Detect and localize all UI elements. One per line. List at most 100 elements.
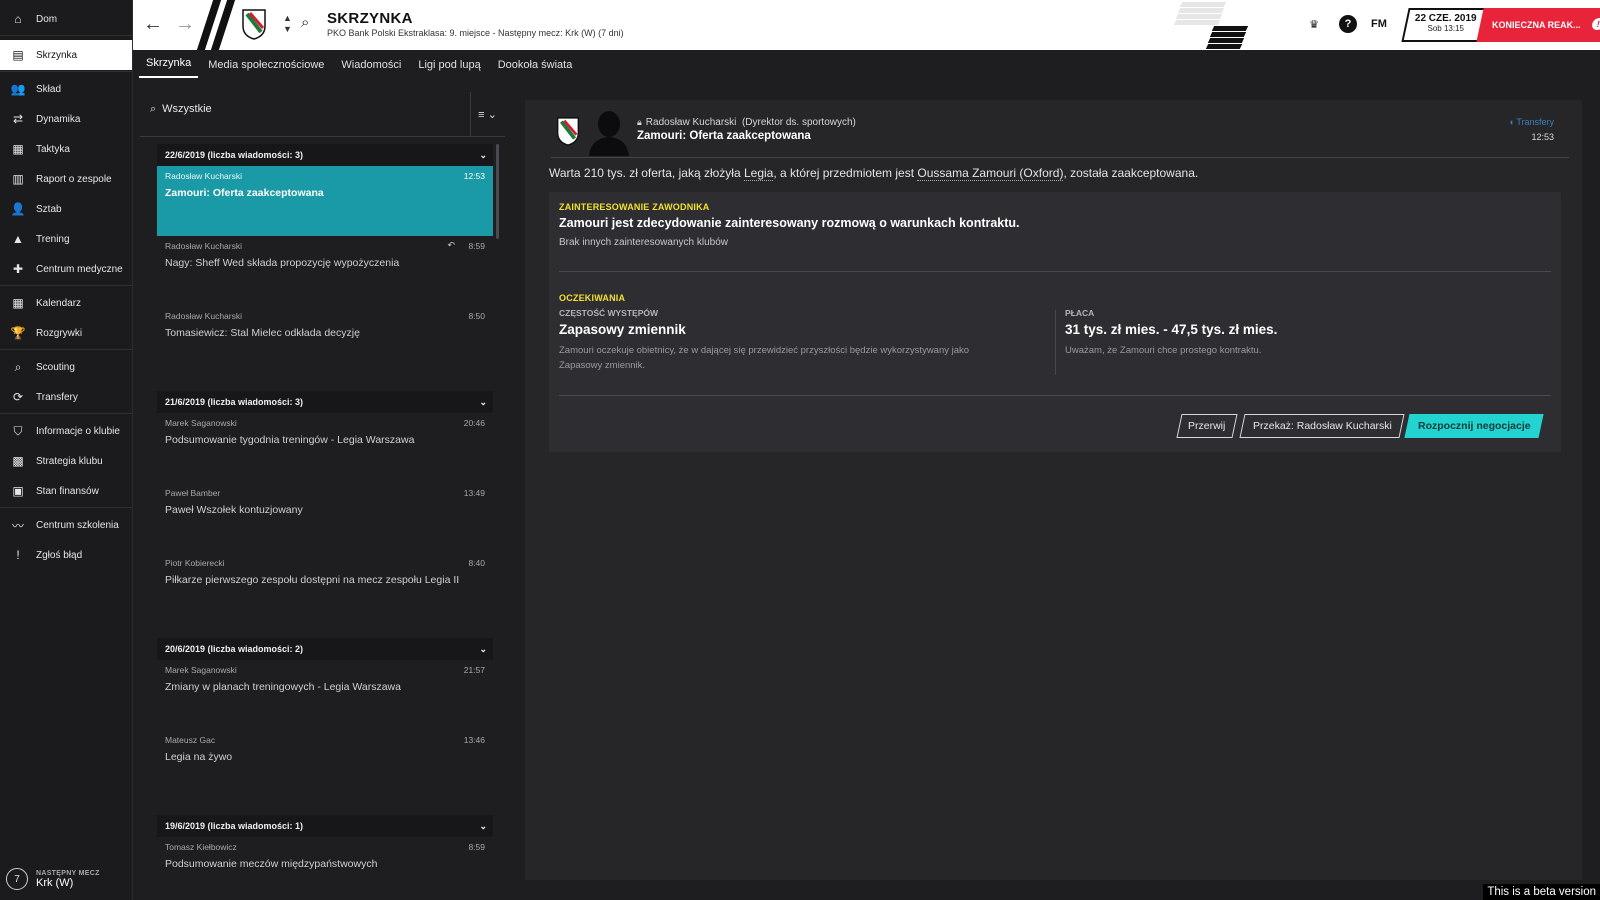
tab-1[interactable]: Media społecznościowe (201, 59, 331, 78)
sidebar-item-dynamics[interactable]: ⇄ Dynamika (0, 104, 132, 134)
staff-icon: 👤 (10, 202, 26, 216)
medical-icon: ✚ (12, 262, 24, 276)
message-group-header[interactable]: 22/6/2019 (liczba wiadomości: 3) ⌄ (157, 144, 493, 166)
next-match-widget[interactable]: 7 NASTĘPNY MECZ Krk (W) (0, 858, 133, 900)
message-subject: Zamouri: Oferta zaakceptowana (637, 130, 811, 142)
tab-4[interactable]: Dookoła świata (491, 59, 580, 78)
stripe-decoration (1205, 44, 1243, 49)
top-bar: ← → ▲ ▼ ⌕ SKRZYNKA PKO Bank Polski Ekstra… (133, 0, 1600, 50)
message-group-header[interactable]: 19/6/2019 (liczba wiadomości: 1) ⌄ (157, 815, 493, 837)
message-time: 8:59 (468, 241, 485, 251)
category-tag[interactable]: ◖ Transfery (1509, 117, 1554, 127)
tab-3[interactable]: Ligi pod lupą (411, 59, 487, 78)
message-time: 13:49 (463, 488, 485, 498)
tab-0[interactable]: Skrzynka (139, 57, 199, 78)
club-link[interactable]: Legia (743, 166, 774, 181)
message-list: 22/6/2019 (liczba wiadomości: 3) ⌄ Radosła… (157, 144, 493, 884)
sidebar-item-transfers[interactable]: ⟳ Transfery (0, 382, 132, 412)
stripe-decoration (1211, 26, 1249, 31)
message-sender: Marek Saganowski (165, 665, 237, 675)
tab-2[interactable]: Wiadomości (334, 59, 408, 78)
club-badge-icon[interactable] (241, 8, 267, 40)
message-sender: Radosław Kucharski (165, 241, 243, 251)
sidebar-item-scouting[interactable]: ⌕ Scouting (0, 352, 132, 382)
sidebar-item-squad[interactable]: 👥 Skład (0, 74, 132, 104)
message-list-item[interactable]: Paweł Bamber Paweł Wszołek kontuzjowany 13… (157, 483, 493, 553)
sidebar-item-inbox[interactable]: ▤ Skrzynka (0, 40, 132, 70)
sidebar-item-medical[interactable]: ✚ Centrum medyczne (0, 254, 132, 284)
sidebar-item-calendar[interactable]: ▦ Kalendarz (0, 288, 132, 318)
message-list-item[interactable]: Mateusz Gac Legia na żywo 13:46 (157, 730, 493, 800)
sidebar-item-report[interactable]: ▥ Raport o zespole (0, 164, 132, 194)
sidebar-divider (0, 413, 132, 414)
message-group-header[interactable]: 20/6/2019 (liczba wiadomości: 2) ⌄ (157, 638, 493, 660)
sidebar-item-strategy[interactable]: ▩ Strategia klubu (0, 446, 132, 476)
message-list-scrollbar[interactable] (496, 144, 499, 239)
message-subject: Piłkarze pierwszego zespołu dostępni na … (165, 574, 460, 586)
sidebar-item-trophy[interactable]: 🏆 Rozgrywki (0, 318, 132, 348)
message-list-item[interactable]: Tomasz Kiełbowicz Podsumowanie meczów mię… (157, 837, 493, 884)
sidebar-item-label: Rozgrywki (36, 327, 83, 339)
date-display[interactable]: 22 CZE. 2019 Sob 13:15 (1401, 8, 1489, 42)
wage-label: PŁACA (1065, 308, 1095, 318)
sidebar-item-finances[interactable]: ▣ Stan finansów (0, 476, 132, 506)
message-subject: Podsumowanie tygodnia treningów - Legia … (165, 434, 415, 446)
sidebar-divider (0, 285, 132, 286)
page-subtitle[interactable]: PKO Bank Polski Ekstraklasa: 9. miejsce … (327, 28, 624, 38)
message-subject: Nagy: Sheff Wed składa propozycję wypoży… (165, 257, 400, 269)
delegate-button[interactable]: Przekaż: Radosław Kucharski (1239, 414, 1405, 438)
divider (140, 136, 505, 137)
start-negotiations-button[interactable]: Rozpocznij negocjacje (1404, 414, 1544, 438)
dismiss-button-label: Przerwij (1188, 420, 1226, 432)
message-subject: Zmiany w planach treningowych - Legia Wa… (165, 681, 401, 693)
player-link[interactable]: Oussama Zamouri (Oxford) (917, 166, 1064, 181)
group-header-label: 20/6/2019 (liczba wiadomości: 2) (165, 644, 304, 654)
sidebar-item-home[interactable]: ⌂ Dom (0, 4, 132, 34)
sidebar-item-coaching[interactable]: 〰 Centrum szkolenia (0, 510, 132, 540)
sidebar-item-training[interactable]: ▲ Trening (0, 224, 132, 254)
sidebar-item-label: Centrum medyczne (36, 263, 123, 275)
search-icon[interactable]: ⌕ (301, 14, 309, 31)
message-sender: Mateusz Gac (165, 735, 216, 745)
help-icon[interactable]: ? (1339, 15, 1357, 33)
message-sender: Radosław Kucharski (165, 311, 243, 321)
message-sender: Paweł Bamber (165, 488, 221, 498)
sidebar-item-staff[interactable]: 👤 Sztab (0, 194, 132, 224)
fm-menu-button[interactable]: FM (1371, 18, 1387, 30)
start-negotiations-label: Rozpocznij negocjacje (1417, 420, 1531, 432)
forward-arrow-icon[interactable]: → (175, 13, 195, 36)
inbox-tabs: Skrzynka Media społecznościowe Wiadomości L… (133, 50, 1600, 78)
expectations-section-title: OCZEKIWANIA (559, 293, 626, 303)
back-arrow-icon[interactable]: ← (143, 13, 163, 36)
playing-time-description: Zamouri oczekuje obietnicy, że w dającej… (559, 345, 970, 356)
message-list-item[interactable]: Radosław Kucharski Tomasiewicz: Stal Miel… (157, 306, 493, 376)
trophy-icon: 🏆 (10, 326, 26, 340)
stripe-decoration (1177, 8, 1225, 13)
sidebar-item-label: Sztab (36, 203, 62, 215)
message-time: 20:46 (463, 418, 485, 428)
sender-avatar[interactable] (587, 108, 631, 156)
message-list-item[interactable]: Radosław Kucharski Zamouri: Oferta zaakce… (157, 166, 493, 236)
dismiss-button[interactable]: Przerwij (1176, 414, 1238, 438)
action-required-label: KONIECZNA REAK... (1492, 20, 1581, 30)
message-group-header[interactable]: 21/6/2019 (liczba wiadomości: 3) ⌄ (157, 391, 493, 413)
sidebar-item-bug-report[interactable]: ! Zgłoś błąd (0, 540, 132, 570)
message-list-item[interactable]: Radosław Kucharski Nagy: Sheff Wed składa… (157, 236, 493, 306)
sidebar-item-club-info[interactable]: ⛉ Informacje o klubie (0, 416, 132, 446)
sidebar-item-label: Trening (36, 233, 70, 245)
sender-name[interactable]: Radosław Kucharski (646, 117, 737, 128)
message-list-item[interactable]: Marek Saganowski Podsumowanie tygodnia tr… (157, 413, 493, 483)
inbox-search-input[interactable] (162, 103, 423, 115)
playing-time-value: Zapasowy zmiennik (559, 322, 686, 337)
club-switch-chevrons-icon[interactable]: ▲ ▼ (283, 13, 292, 35)
message-list-item[interactable]: Piotr Kobierecki Piłkarze pierwszego zesp… (157, 553, 493, 623)
continue-action-required-button[interactable]: KONIECZNA REAK... ! (1476, 8, 1600, 42)
inbox-icon: ▤ (12, 48, 24, 62)
sidebar-item-tactics[interactable]: ▦ Taktyka (0, 134, 132, 164)
message-list-item[interactable]: Marek Saganowski Zmiany w planach trening… (157, 660, 493, 730)
filter-menu-button[interactable]: ≡ ⌄ (470, 92, 504, 136)
current-date: 22 CZE. 2019 (1414, 13, 1477, 24)
achievements-icon[interactable]: ♛ (1305, 15, 1323, 33)
tag-icon: ◖ (1508, 117, 1514, 127)
